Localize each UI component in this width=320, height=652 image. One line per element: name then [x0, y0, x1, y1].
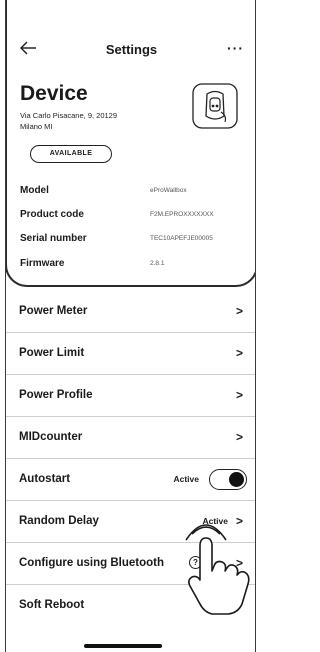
autostart-toggle[interactable] [209, 469, 247, 490]
info-value: TEC10APEFJE00005 [150, 235, 213, 242]
info-row-serial-number: Serial number TEC10APEFJE00005 [20, 233, 240, 247]
menu-item-label: Random Delay [19, 515, 99, 527]
home-indicator[interactable] [84, 644, 162, 648]
toggle-knob [229, 472, 244, 487]
chevron-right-icon: > [235, 346, 243, 360]
menu-item-label: Power Limit [19, 347, 85, 359]
device-heading: Device [20, 82, 88, 105]
info-row-model: Model eProWallbox [20, 185, 240, 199]
tap-hand-icon [185, 524, 250, 615]
info-label: Product code [20, 209, 84, 220]
address-line-2: Milano MI [20, 122, 53, 131]
menu-item-midcounter[interactable]: MIDcounter > [6, 417, 255, 459]
header-bar: Settings ··· [7, 40, 255, 60]
info-value: 2.8.1 [150, 260, 165, 267]
menu-item-power-profile[interactable]: Power Profile > [6, 375, 255, 417]
menu-item-label: Configure using Bluetooth [19, 557, 165, 569]
wallbox-charger-icon [192, 83, 238, 129]
status-badge: AVAILABLE [30, 145, 112, 163]
info-value: eProWallbox [150, 187, 187, 194]
address-line-1: Via Carlo Pisacane, 9, 20129 [20, 111, 118, 120]
info-label: Model [20, 185, 49, 196]
more-options-icon[interactable]: ··· [227, 40, 244, 56]
chevron-right-icon: > [235, 388, 243, 402]
menu-item-power-meter[interactable]: Power Meter > [6, 291, 255, 333]
menu-item-label: Power Meter [19, 305, 88, 317]
info-row-firmware: Firmware 2.8.1 [20, 258, 240, 272]
info-label: Firmware [20, 258, 65, 269]
menu-item-label: MIDcounter [19, 431, 83, 443]
menu-item-label: Autostart [19, 473, 71, 485]
info-row-product-code: Product code F2M.EPROXXXXXXX [20, 209, 240, 223]
device-address: Via Carlo Pisacane, 9, 20129 Milano MI [20, 110, 140, 132]
menu-item-power-limit[interactable]: Power Limit > [6, 333, 255, 375]
chevron-right-icon: > [235, 304, 243, 318]
info-label: Serial number [20, 233, 87, 244]
autostart-status: Active [173, 474, 199, 484]
page-title: Settings [105, 42, 158, 57]
chevron-right-icon: > [235, 430, 243, 444]
info-value: F2M.EPROXXXXXXX [150, 211, 214, 218]
menu-item-label: Soft Reboot [19, 599, 85, 611]
menu-item-label: Power Profile [19, 389, 93, 401]
menu-item-autostart: Autostart Active [6, 459, 255, 501]
device-card: Settings ··· Device Via Carlo Pisacane, … [6, 0, 255, 287]
